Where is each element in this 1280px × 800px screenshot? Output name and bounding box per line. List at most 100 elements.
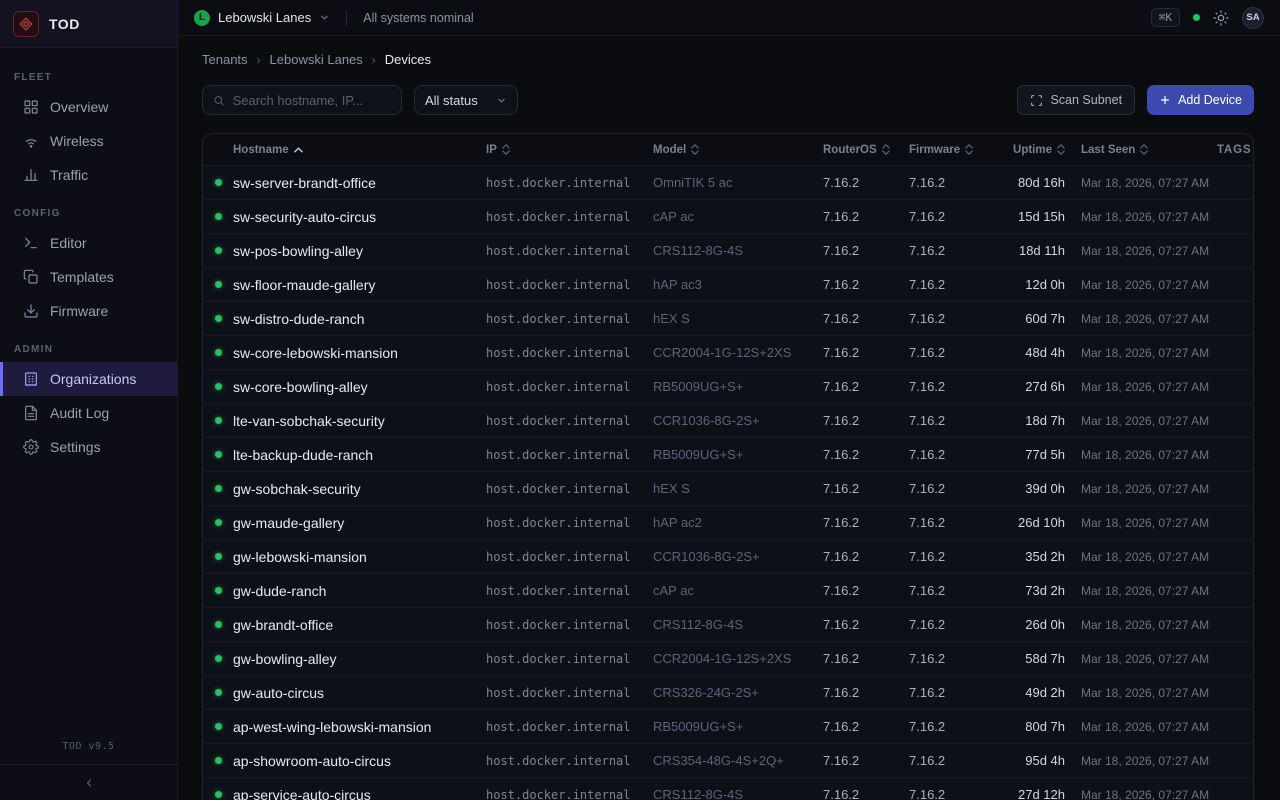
cell-routeros: 7.16.2 bbox=[823, 753, 909, 768]
breadcrumb-tenants[interactable]: Tenants bbox=[202, 52, 248, 67]
system-status-text: All systems nominal bbox=[363, 11, 473, 25]
cell-last-seen: Mar 18, 2026, 07:27 AM bbox=[1067, 244, 1217, 258]
cell-firmware: 7.16.2 bbox=[909, 617, 993, 632]
cell-uptime: 12d 0h bbox=[993, 277, 1067, 292]
device-table-row[interactable]: gw-lebowski-mansion host.docker.internal… bbox=[203, 539, 1253, 573]
device-table-row[interactable]: sw-core-bowling-alley host.docker.intern… bbox=[203, 369, 1253, 403]
column-header-ip[interactable]: IP bbox=[486, 144, 653, 156]
column-header-firmware[interactable]: Firmware bbox=[909, 144, 993, 156]
scan-subnet-button[interactable]: Scan Subnet bbox=[1017, 85, 1135, 115]
cell-ip: host.docker.internal bbox=[486, 754, 653, 768]
column-label: Last Seen bbox=[1081, 144, 1135, 156]
user-avatar[interactable]: SA bbox=[1242, 7, 1264, 29]
tenant-switcher[interactable]: L Lebowski Lanes bbox=[194, 10, 330, 26]
theme-toggle-sun-icon[interactable] bbox=[1213, 10, 1229, 26]
column-header-model[interactable]: Model bbox=[653, 144, 823, 156]
breadcrumb-separator-icon: › bbox=[372, 53, 376, 67]
column-header-uptime[interactable]: Uptime bbox=[993, 144, 1067, 156]
column-header-last-seen[interactable]: Last Seen bbox=[1067, 144, 1217, 156]
device-table-row[interactable]: ap-showroom-auto-circus host.docker.inte… bbox=[203, 743, 1253, 777]
cell-routeros: 7.16.2 bbox=[823, 209, 909, 224]
device-table-row[interactable]: ap-service-auto-circus host.docker.inter… bbox=[203, 777, 1253, 800]
cell-firmware: 7.16.2 bbox=[909, 549, 993, 564]
online-status-dot bbox=[215, 689, 222, 696]
device-table-row[interactable]: sw-security-auto-circus host.docker.inte… bbox=[203, 199, 1253, 233]
online-status-dot bbox=[215, 723, 222, 730]
cell-last-seen: Mar 18, 2026, 07:27 AM bbox=[1067, 448, 1217, 462]
column-label: Firmware bbox=[909, 144, 960, 156]
device-table-row[interactable]: ap-west-wing-lebowski-mansion host.docke… bbox=[203, 709, 1253, 743]
cell-hostname: sw-pos-bowling-alley bbox=[233, 243, 486, 259]
sidebar: TOD FLEET Overview Wireless Traffic CONF… bbox=[0, 0, 178, 800]
cell-routeros: 7.16.2 bbox=[823, 685, 909, 700]
cell-hostname: sw-server-brandt-office bbox=[233, 175, 486, 191]
sidebar-item-overview[interactable]: Overview bbox=[0, 90, 177, 124]
command-palette-shortcut[interactable]: ⌘K bbox=[1151, 8, 1180, 27]
sidebar-item-label: Settings bbox=[50, 439, 101, 455]
cell-routeros: 7.16.2 bbox=[823, 549, 909, 564]
device-table-row[interactable]: sw-server-brandt-office host.docker.inte… bbox=[203, 165, 1253, 199]
sidebar-item-settings[interactable]: Settings bbox=[0, 430, 177, 464]
sidebar-item-traffic[interactable]: Traffic bbox=[0, 158, 177, 192]
chevron-down-icon bbox=[319, 12, 330, 23]
sort-both-icon bbox=[882, 144, 890, 155]
device-table-row[interactable]: lte-backup-dude-ranch host.docker.intern… bbox=[203, 437, 1253, 471]
column-header-hostname[interactable]: Hostname bbox=[233, 144, 486, 156]
status-filter-select[interactable]: All status bbox=[414, 85, 518, 115]
online-status-dot bbox=[215, 451, 222, 458]
device-table-row[interactable]: gw-maude-gallery host.docker.internal hA… bbox=[203, 505, 1253, 539]
cell-hostname: gw-dude-ranch bbox=[233, 583, 486, 599]
cell-ip: host.docker.internal bbox=[486, 686, 653, 700]
device-table-row[interactable]: gw-auto-circus host.docker.internal CRS3… bbox=[203, 675, 1253, 709]
cell-hostname: gw-auto-circus bbox=[233, 685, 486, 701]
cell-last-seen: Mar 18, 2026, 07:27 AM bbox=[1067, 618, 1217, 632]
online-status-dot bbox=[215, 655, 222, 662]
cell-model: hAP ac3 bbox=[653, 277, 823, 292]
cell-uptime: 95d 4h bbox=[993, 753, 1067, 768]
cell-model: hEX S bbox=[653, 481, 823, 496]
device-table-row[interactable]: sw-pos-bowling-alley host.docker.interna… bbox=[203, 233, 1253, 267]
sidebar-item-label: Organizations bbox=[50, 371, 136, 387]
cell-model: RB5009UG+S+ bbox=[653, 447, 823, 462]
cell-uptime: 26d 10h bbox=[993, 515, 1067, 530]
device-table-row[interactable]: gw-bowling-alley host.docker.internal CC… bbox=[203, 641, 1253, 675]
breadcrumb-tenant-name[interactable]: Lebowski Lanes bbox=[270, 52, 363, 67]
tenant-name: Lebowski Lanes bbox=[218, 10, 311, 25]
sidebar-collapse-button[interactable] bbox=[0, 764, 177, 800]
chevron-down-icon bbox=[496, 95, 507, 106]
sidebar-item-editor[interactable]: Editor bbox=[0, 226, 177, 260]
sidebar-item-templates[interactable]: Templates bbox=[0, 260, 177, 294]
cell-model: CRS112-8G-4S bbox=[653, 787, 823, 800]
cell-firmware: 7.16.2 bbox=[909, 413, 993, 428]
sidebar-item-label: Editor bbox=[50, 235, 87, 251]
sidebar-item-audit-log[interactable]: Audit Log bbox=[0, 396, 177, 430]
search-input[interactable] bbox=[233, 93, 391, 108]
online-status-dot bbox=[215, 247, 222, 254]
cell-model: hAP ac2 bbox=[653, 515, 823, 530]
device-table-row[interactable]: sw-floor-maude-gallery host.docker.inter… bbox=[203, 267, 1253, 301]
online-status-dot bbox=[215, 757, 222, 764]
cell-ip: host.docker.internal bbox=[486, 550, 653, 564]
column-header-routeros[interactable]: RouterOS bbox=[823, 144, 909, 156]
device-table-row[interactable]: sw-distro-dude-ranch host.docker.interna… bbox=[203, 301, 1253, 335]
device-table-row[interactable]: lte-van-sobchak-security host.docker.int… bbox=[203, 403, 1253, 437]
online-status-dot bbox=[215, 587, 222, 594]
device-table-row[interactable]: sw-core-lebowski-mansion host.docker.int… bbox=[203, 335, 1253, 369]
add-device-button[interactable]: Add Device bbox=[1147, 85, 1254, 115]
sidebar-item-label: Traffic bbox=[50, 167, 88, 183]
cell-ip: host.docker.internal bbox=[486, 244, 653, 258]
sidebar-item-wireless[interactable]: Wireless bbox=[0, 124, 177, 158]
cell-hostname: ap-service-auto-circus bbox=[233, 787, 486, 800]
device-table-row[interactable]: gw-dude-ranch host.docker.internal cAP a… bbox=[203, 573, 1253, 607]
sidebar-item-firmware[interactable]: Firmware bbox=[0, 294, 177, 328]
online-status-dot bbox=[215, 349, 222, 356]
device-table: Hostname IP Model RouterOS bbox=[202, 133, 1254, 800]
toolbar: All status Scan Subnet Add Device bbox=[202, 85, 1254, 115]
cell-uptime: 35d 2h bbox=[993, 549, 1067, 564]
device-table-row[interactable]: gw-brandt-office host.docker.internal CR… bbox=[203, 607, 1253, 641]
online-status-dot bbox=[215, 621, 222, 628]
cell-last-seen: Mar 18, 2026, 07:27 AM bbox=[1067, 210, 1217, 224]
sidebar-item-organizations[interactable]: Organizations bbox=[0, 362, 177, 396]
cell-model: cAP ac bbox=[653, 583, 823, 598]
device-table-row[interactable]: gw-sobchak-security host.docker.internal… bbox=[203, 471, 1253, 505]
